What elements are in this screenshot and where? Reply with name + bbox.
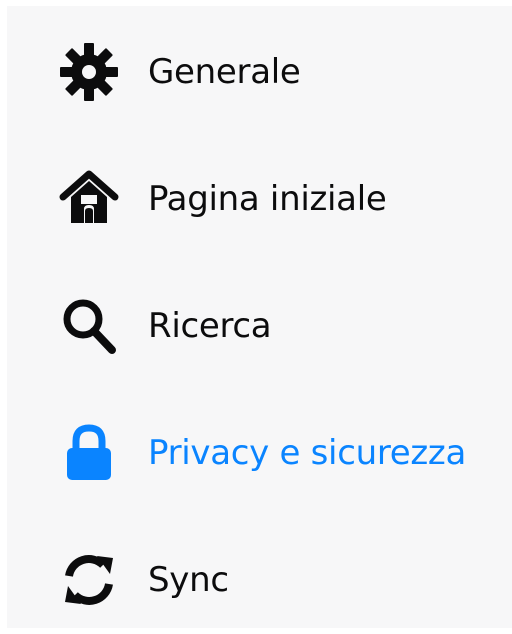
lock-icon — [57, 421, 121, 485]
sidebar-item-privacy[interactable]: Privacy e sicurezza — [7, 407, 512, 499]
sidebar-item-label: Ricerca — [148, 306, 272, 346]
sync-icon — [57, 548, 121, 612]
search-icon — [57, 294, 121, 358]
sidebar-item-home[interactable]: Pagina iniziale — [7, 153, 512, 245]
home-icon — [57, 167, 121, 231]
sidebar-item-general[interactable]: Generale — [7, 26, 512, 118]
sidebar-item-label: Privacy e sicurezza — [148, 433, 467, 473]
sidebar-item-sync[interactable]: Sync — [7, 534, 512, 626]
sidebar-item-search[interactable]: Ricerca — [7, 280, 512, 372]
sidebar-item-label: Sync — [148, 560, 229, 600]
sidebar-item-label: Pagina iniziale — [148, 179, 387, 219]
preferences-sidebar: Generale Pagina iniziale Ricerca Privacy… — [7, 6, 512, 628]
sidebar-item-label: Generale — [148, 52, 301, 92]
gear-icon — [57, 40, 121, 104]
